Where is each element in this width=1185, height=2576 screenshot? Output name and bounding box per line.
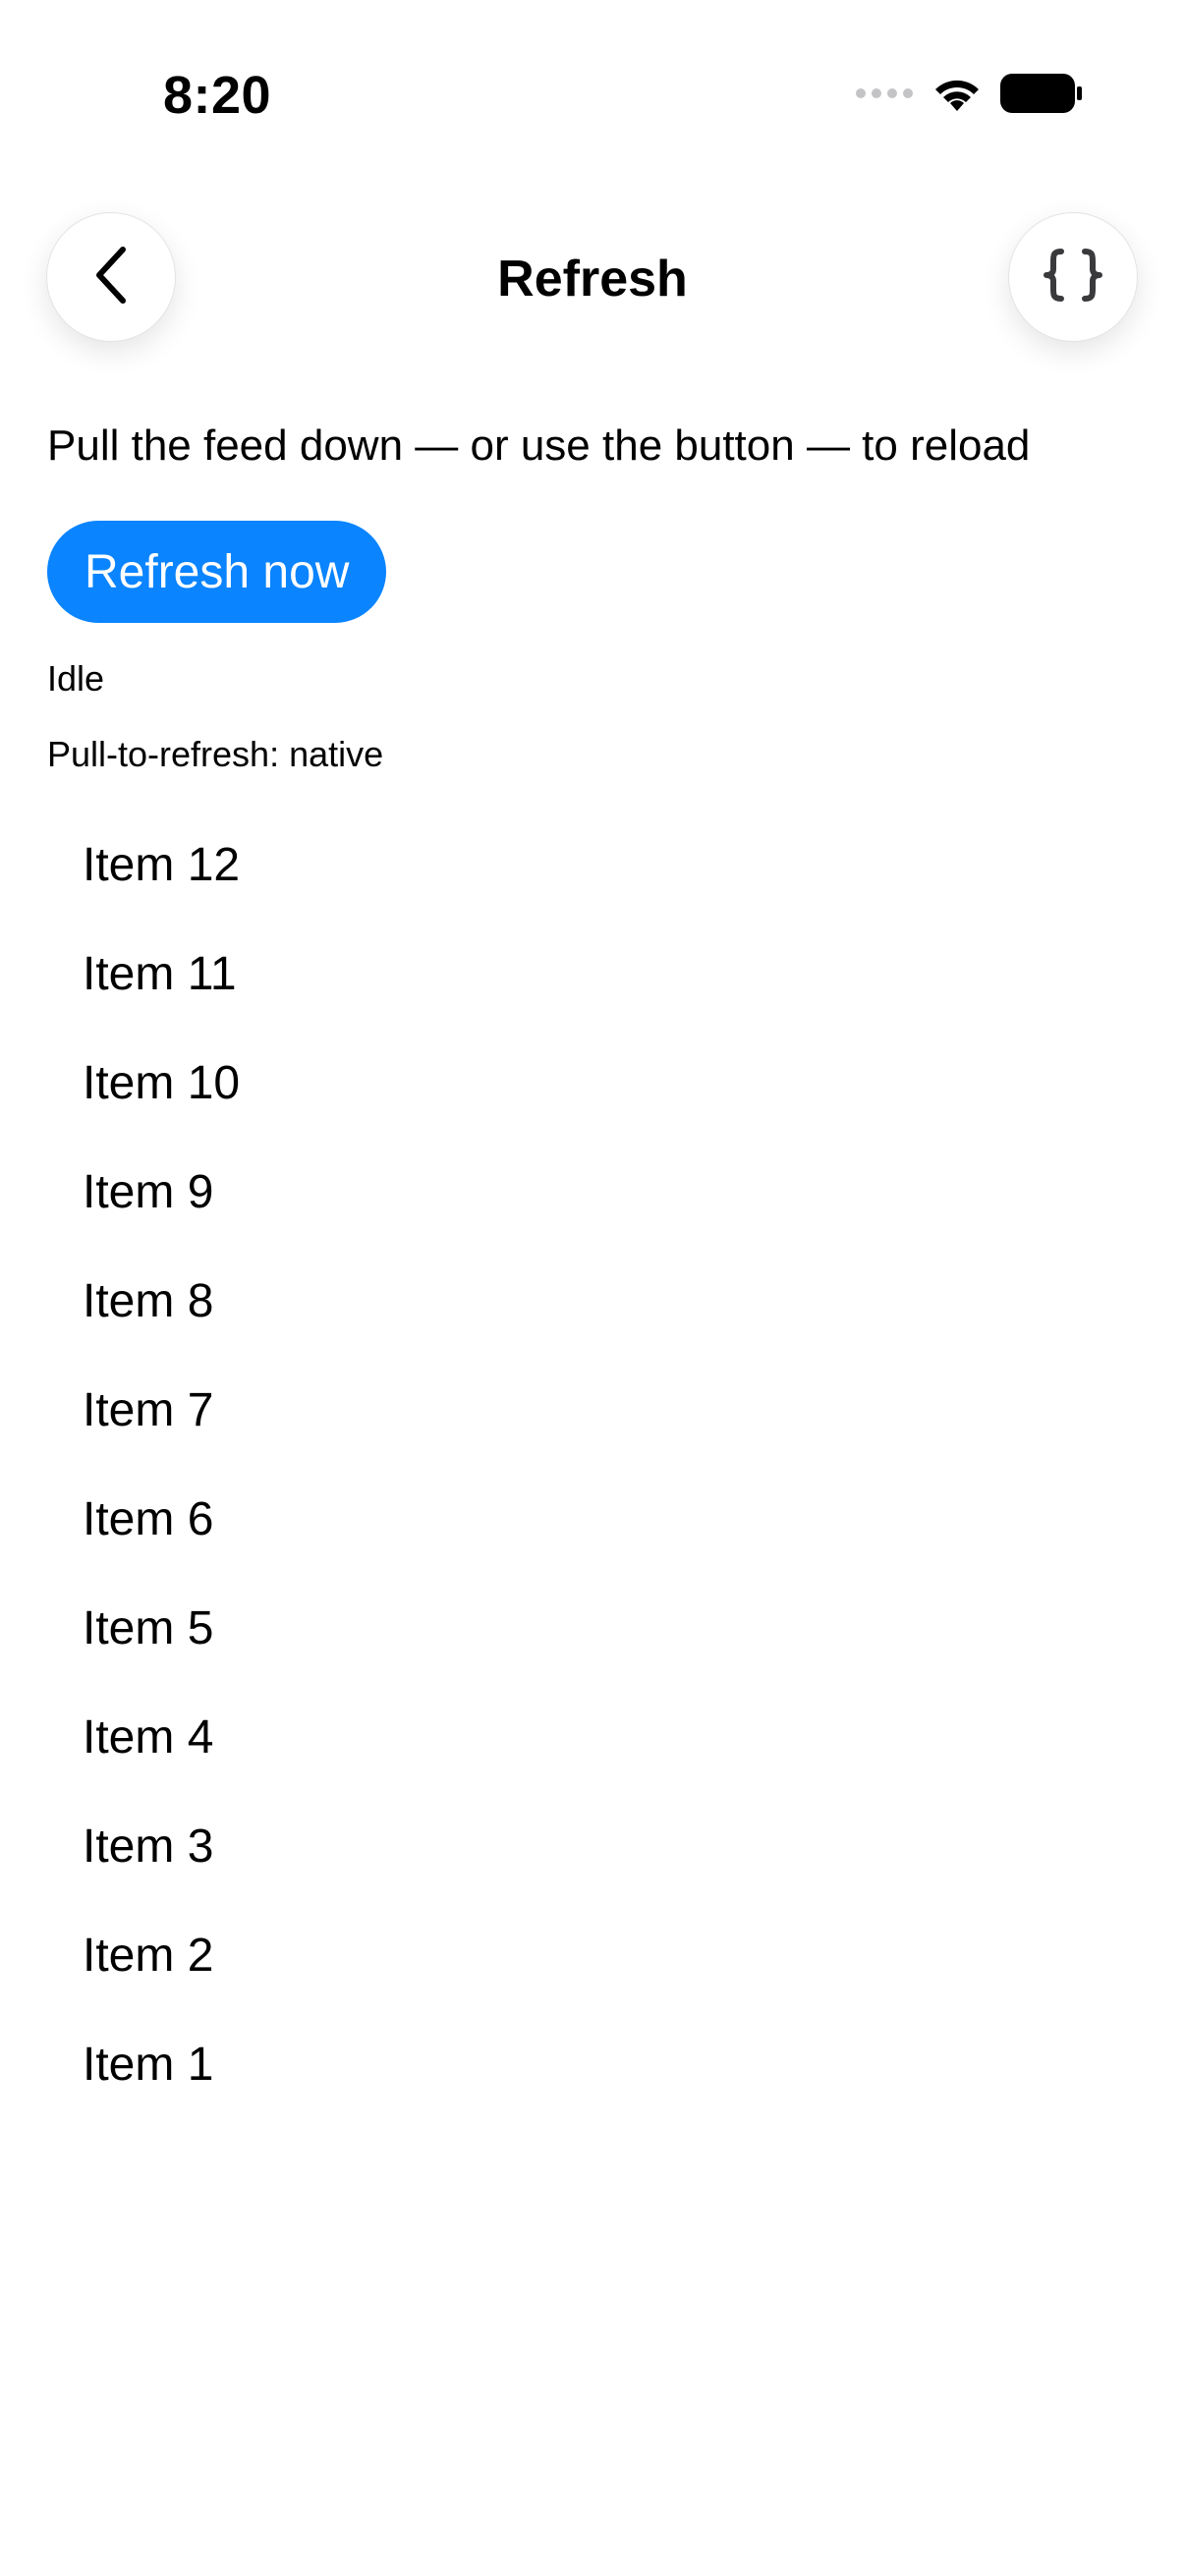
signal-dots-icon xyxy=(855,86,914,105)
refresh-mode-text: Pull-to-refresh: native xyxy=(47,734,384,774)
instruction-text: Pull the feed down — or use the button —… xyxy=(47,421,1031,470)
list-item: Item 12 xyxy=(83,839,241,891)
list-item: Item 11 xyxy=(83,948,237,1000)
battery-icon xyxy=(1000,73,1083,119)
wifi-icon xyxy=(931,74,983,118)
list-item: Item 10 xyxy=(83,1057,241,1109)
curly-braces-icon xyxy=(1042,248,1104,308)
status-time: 8:20 xyxy=(163,66,272,125)
list-item: Item 5 xyxy=(83,1602,214,1654)
list-item: Item 8 xyxy=(83,1275,214,1327)
list-item: Item 7 xyxy=(83,1384,214,1436)
feed-list[interactable]: Item 12 Item 11 Item 10 Item 9 Item 8 It… xyxy=(47,811,1138,2119)
main-content: Pull the feed down — or use the button —… xyxy=(47,413,1138,2119)
list-item: Item 1 xyxy=(83,2039,214,2091)
refresh-now-button[interactable]: Refresh now xyxy=(47,521,387,623)
refresh-status-text: Idle xyxy=(47,658,105,699)
status-icons xyxy=(855,71,1083,120)
list-item: Item 9 xyxy=(83,1166,214,1218)
list-item: Item 2 xyxy=(83,1930,214,1982)
list-item: Item 4 xyxy=(83,1711,214,1764)
list-item: Item 6 xyxy=(83,1493,214,1545)
code-button[interactable] xyxy=(1008,212,1138,342)
status-bar: 8:20 xyxy=(0,0,1185,187)
list-item: Item 3 xyxy=(83,1820,214,1873)
navigation-bar: Refresh xyxy=(0,208,1185,346)
